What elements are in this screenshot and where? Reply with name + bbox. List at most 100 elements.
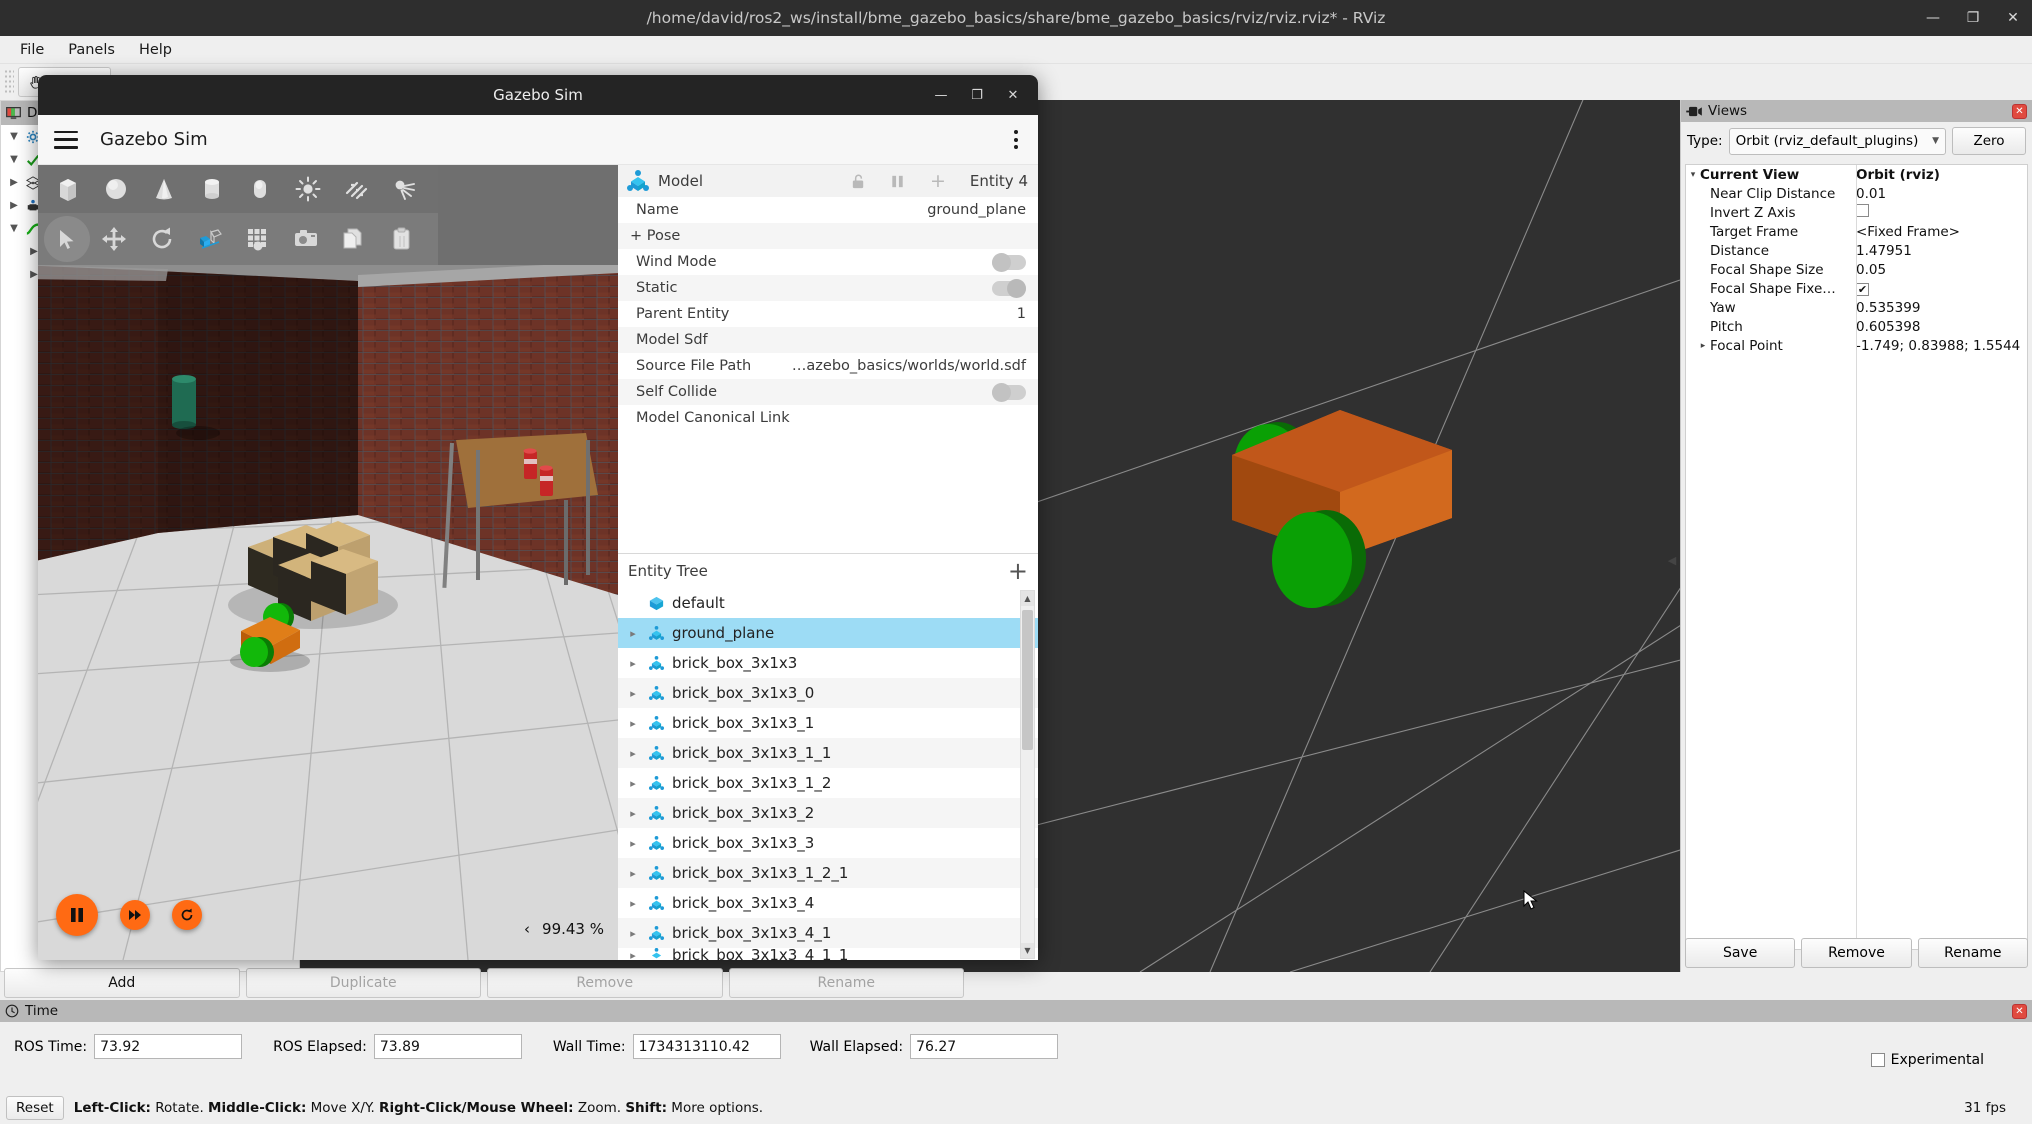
select-arrow-icon[interactable] bbox=[44, 216, 90, 262]
panel-collapse-handle[interactable]: ◀ bbox=[1665, 540, 1679, 580]
entity-tree-item[interactable]: ▸ ground_plane bbox=[618, 618, 1038, 648]
expand-arrow-icon[interactable]: ▸ bbox=[626, 687, 640, 700]
screenshot-icon[interactable] bbox=[282, 216, 330, 262]
rename-display-button[interactable]: Rename bbox=[729, 968, 965, 998]
twisty-icon[interactable]: ▸ bbox=[1696, 341, 1710, 351]
add-icon[interactable]: + bbox=[930, 174, 946, 188]
twisty-icon[interactable]: ▶ bbox=[7, 177, 21, 188]
ros-elapsed-input[interactable] bbox=[374, 1034, 522, 1059]
rename-view-button[interactable]: Rename bbox=[1918, 938, 2028, 968]
rotate-icon[interactable] bbox=[138, 216, 186, 262]
maximize-icon[interactable]: ❐ bbox=[1964, 9, 1982, 27]
reset-simulation-button[interactable] bbox=[172, 900, 202, 930]
add-display-button[interactable]: Add bbox=[4, 968, 240, 998]
expand-arrow-icon[interactable]: ▸ bbox=[626, 927, 640, 940]
reset-button[interactable]: Reset bbox=[6, 1096, 64, 1120]
experimental-option[interactable]: Experimental bbox=[1871, 1052, 1984, 1068]
self-collide-toggle[interactable] bbox=[992, 385, 1026, 400]
entity-tree-item[interactable]: ▸ brick_box_3x1x3_1_2_1 bbox=[618, 858, 1038, 888]
step-button[interactable] bbox=[120, 900, 150, 930]
entity-tree-item[interactable]: ▸ brick_box_3x1x3 bbox=[618, 648, 1038, 678]
gazebo-minimize-icon[interactable]: — bbox=[928, 82, 954, 108]
gazebo-3d-viewport[interactable]: ‹ 99.43 % bbox=[38, 265, 618, 960]
minimize-icon[interactable]: — bbox=[1924, 9, 1942, 27]
expand-arrow-icon[interactable]: ▸ bbox=[626, 777, 640, 790]
point-light-icon[interactable] bbox=[284, 166, 332, 212]
twisty-icon[interactable]: ▼ bbox=[7, 223, 21, 234]
rtf-collapse-icon[interactable]: ‹ bbox=[524, 920, 530, 938]
expand-arrow-icon[interactable]: ▸ bbox=[626, 747, 640, 760]
experimental-checkbox[interactable] bbox=[1871, 1053, 1885, 1067]
twisty-icon[interactable]: ▼ bbox=[7, 131, 21, 142]
toolbar-drag-handle[interactable] bbox=[4, 69, 14, 95]
gazebo-maximize-icon[interactable]: ❐ bbox=[964, 82, 990, 108]
wall-elapsed-input[interactable] bbox=[910, 1034, 1058, 1059]
static-toggle[interactable] bbox=[992, 281, 1026, 296]
close-views-panel-icon[interactable]: ✕ bbox=[2012, 104, 2027, 119]
invert-z-axis-checkbox[interactable] bbox=[1856, 204, 1869, 217]
copy-icon[interactable] bbox=[330, 216, 378, 262]
entity-tree-item[interactable]: ▸ brick_box_3x1x3_3 bbox=[618, 828, 1038, 858]
zero-button[interactable]: Zero bbox=[1952, 127, 2026, 155]
twisty-icon[interactable]: ▾ bbox=[1686, 170, 1700, 180]
wall-time-input[interactable] bbox=[633, 1034, 781, 1059]
property-row-source-file-path[interactable]: Source File Path …azebo_basics/worlds/wo… bbox=[618, 353, 1038, 379]
translate-icon[interactable] bbox=[90, 216, 138, 262]
expand-arrow-icon[interactable]: ▸ bbox=[626, 657, 640, 670]
property-row-self-collide[interactable]: Self Collide bbox=[618, 379, 1038, 405]
kebab-menu-icon[interactable] bbox=[1010, 126, 1022, 153]
box-icon[interactable] bbox=[44, 166, 92, 212]
spot-light-icon[interactable] bbox=[380, 166, 428, 212]
remove-display-button[interactable]: Remove bbox=[487, 968, 723, 998]
pause-button[interactable] bbox=[56, 894, 98, 936]
entity-tree-item[interactable]: ▸ brick_box_3x1x3_1_1 bbox=[618, 738, 1038, 768]
property-row-pose[interactable]: + Pose bbox=[618, 223, 1038, 249]
expand-arrow-icon[interactable]: ▸ bbox=[626, 837, 640, 850]
property-row-name[interactable]: Name ground_plane bbox=[618, 197, 1038, 223]
close-time-panel-icon[interactable]: ✕ bbox=[2012, 1004, 2027, 1019]
add-entity-icon[interactable]: + bbox=[1008, 562, 1028, 580]
transform-control-icon[interactable] bbox=[186, 216, 234, 262]
expand-arrow-icon[interactable]: ▸ bbox=[626, 949, 640, 961]
hamburger-menu-icon[interactable] bbox=[54, 131, 78, 149]
focal-shape-fixed-size-checkbox[interactable] bbox=[1856, 283, 1869, 296]
expand-arrow-icon[interactable]: ▸ bbox=[626, 717, 640, 730]
entity-tree-list[interactable]: default ▸ ground_plane ▸ bbox=[618, 588, 1038, 960]
paste-icon[interactable] bbox=[378, 216, 426, 262]
sphere-icon[interactable] bbox=[92, 166, 140, 212]
entity-tree-item[interactable]: ▸ brick_box_3x1x3_4_1_1 bbox=[618, 948, 1038, 960]
property-row-parent-entity[interactable]: Parent Entity 1 bbox=[618, 301, 1038, 327]
gazebo-close-icon[interactable]: ✕ bbox=[1000, 82, 1026, 108]
duplicate-display-button[interactable]: Duplicate bbox=[246, 968, 482, 998]
menu-panels[interactable]: Panels bbox=[56, 39, 127, 61]
scroll-up-icon[interactable]: ▲ bbox=[1021, 591, 1034, 606]
save-view-button[interactable]: Save bbox=[1685, 938, 1795, 968]
property-row-wind-mode[interactable]: Wind Mode bbox=[618, 249, 1038, 275]
entity-tree-item[interactable]: ▸ brick_box_3x1x3_2 bbox=[618, 798, 1038, 828]
wind-mode-toggle[interactable] bbox=[992, 255, 1026, 270]
entity-tree-item[interactable]: ▸ brick_box_3x1x3_1 bbox=[618, 708, 1038, 738]
expand-arrow-icon[interactable]: ▸ bbox=[626, 897, 640, 910]
twisty-icon[interactable]: ▼ bbox=[7, 154, 21, 165]
entity-tree-scrollbar[interactable]: ▲ ▼ bbox=[1020, 590, 1035, 959]
directional-light-icon[interactable] bbox=[332, 166, 380, 212]
cylinder-icon[interactable] bbox=[188, 166, 236, 212]
close-icon[interactable]: ✕ bbox=[2004, 9, 2022, 27]
entity-tree-item[interactable]: ▸ brick_box_3x1x3_4 bbox=[618, 888, 1038, 918]
snap-grid-icon[interactable] bbox=[234, 216, 282, 262]
twisty-icon[interactable]: ▶ bbox=[7, 200, 21, 211]
expand-arrow-icon[interactable]: ▸ bbox=[626, 867, 640, 880]
expand-arrow-icon[interactable]: ▸ bbox=[626, 627, 640, 640]
property-row-static[interactable]: Static bbox=[618, 275, 1038, 301]
entity-tree-item[interactable]: ▸ brick_box_3x1x3_1_2 bbox=[618, 768, 1038, 798]
entity-tree-item[interactable]: default bbox=[618, 588, 1038, 618]
cone-icon[interactable] bbox=[140, 166, 188, 212]
property-row-model-canonical-link[interactable]: Model Canonical Link bbox=[618, 405, 1038, 431]
scroll-down-icon[interactable]: ▼ bbox=[1021, 943, 1034, 958]
capsule-icon[interactable] bbox=[236, 166, 284, 212]
entity-tree-item[interactable]: ▸ brick_box_3x1x3_4_1 bbox=[618, 918, 1038, 948]
scrollbar-thumb[interactable] bbox=[1022, 610, 1033, 750]
ros-time-input[interactable] bbox=[94, 1034, 242, 1059]
expand-arrow-icon[interactable]: ▸ bbox=[626, 807, 640, 820]
remove-view-button[interactable]: Remove bbox=[1801, 938, 1911, 968]
